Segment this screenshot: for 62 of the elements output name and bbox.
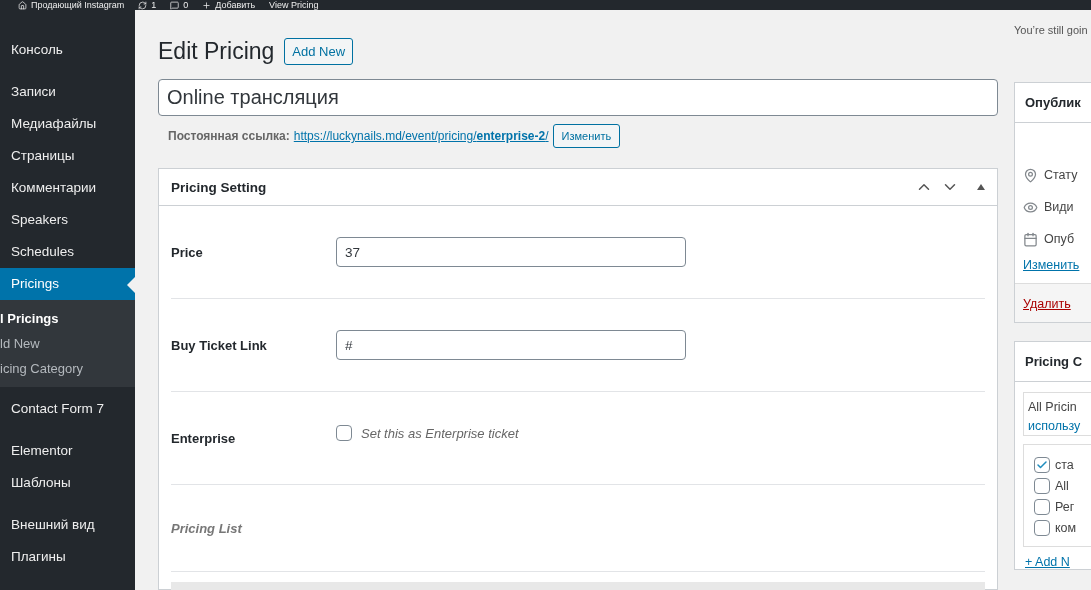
- tab[interactable]: использу: [1028, 418, 1081, 435]
- checkmark-icon: [1036, 459, 1048, 471]
- updates-link[interactable]: 1: [138, 0, 157, 10]
- comment-icon: [170, 0, 180, 10]
- checkbox[interactable]: [1034, 520, 1050, 536]
- sidebar-item[interactable]: Contact Form 7: [0, 393, 135, 425]
- edit-link[interactable]: Изменить: [1023, 257, 1080, 273]
- status-text: Види: [1044, 200, 1074, 214]
- add-link[interactable]: Добавить: [202, 0, 256, 10]
- sidebar-item[interactable]: Плагины: [0, 541, 135, 573]
- sidebar-item[interactable]: Комментарии: [0, 172, 135, 204]
- box-title: Pricing C: [1015, 342, 1091, 382]
- checkbox-label: ком: [1055, 521, 1077, 535]
- permalink-link[interactable]: https://luckynails.md/event/pricing/enterprise-2/: [293, 129, 549, 143]
- checkbox[interactable]: [1034, 478, 1050, 494]
- field-label: Buy Ticket Link: [171, 337, 268, 353]
- page-title: Edit Pricing: [158, 38, 275, 65]
- tab[interactable]: All Pricin: [1028, 399, 1077, 416]
- checkbox[interactable]: [1034, 457, 1050, 473]
- permalink-label: Постоянная ссылка:: [168, 129, 290, 143]
- plus-icon: [202, 0, 212, 10]
- checkbox-label: ста: [1055, 458, 1074, 472]
- status-text: Стату: [1044, 168, 1078, 182]
- refresh-icon: [138, 0, 148, 10]
- eye-icon: [1023, 199, 1038, 215]
- field-label: Enterprise: [171, 430, 237, 446]
- edit-permalink-button[interactable]: Изменить: [552, 124, 621, 148]
- status-text: Опуб: [1044, 232, 1075, 246]
- comments-link[interactable]: 0: [170, 0, 189, 10]
- site-link[interactable]: Продающий Instagram: [18, 0, 125, 10]
- pin-icon: [1023, 167, 1038, 183]
- sidebar-item[interactable]: Консоль: [0, 34, 135, 66]
- metabox-title: Pricing Setting: [171, 179, 268, 195]
- checkbox[interactable]: [336, 425, 352, 441]
- view-link[interactable]: View Pricing: [269, 0, 319, 10]
- title-field[interactable]: Online трансляция: [158, 79, 998, 116]
- box-title: Опублик: [1015, 83, 1091, 123]
- add-new-button[interactable]: Add New: [284, 38, 354, 65]
- notice-text: You’re still goin: [1014, 24, 1089, 36]
- add-category-link[interactable]: + Add N: [1025, 555, 1091, 569]
- submenu-item[interactable]: ld New: [0, 331, 135, 356]
- home-icon: [18, 0, 27, 10]
- checkbox-label: All: [1055, 479, 1069, 493]
- checkbox-label: Рег: [1055, 500, 1075, 514]
- sidebar-item[interactable]: Elementor: [0, 435, 135, 467]
- sidebar-item[interactable]: Записи: [0, 76, 135, 108]
- sidebar-item[interactable]: Pricings: [0, 268, 135, 300]
- sidebar-item[interactable]: Медиафайлы: [0, 108, 135, 140]
- sidebar-item[interactable]: Внешний вид: [0, 509, 135, 541]
- checkbox-label: Set this as Enterprise ticket: [361, 425, 519, 441]
- sidebar-item[interactable]: Страницы: [0, 140, 135, 172]
- sidebar-item[interactable]: Speakers: [0, 204, 135, 236]
- submenu-item[interactable]: icing Category: [0, 356, 135, 381]
- field-label: Price: [171, 244, 204, 260]
- sidebar-item[interactable]: Шаблоны: [0, 467, 135, 499]
- sidebar-item[interactable]: Schedules: [0, 236, 135, 268]
- submenu-item[interactable]: l Pricings: [0, 306, 135, 331]
- section-label: Pricing List: [171, 520, 242, 536]
- input-field[interactable]: 37: [336, 237, 686, 267]
- checkbox[interactable]: [1034, 499, 1050, 515]
- input-field[interactable]: #: [336, 330, 686, 360]
- calendar-icon: [1023, 231, 1038, 247]
